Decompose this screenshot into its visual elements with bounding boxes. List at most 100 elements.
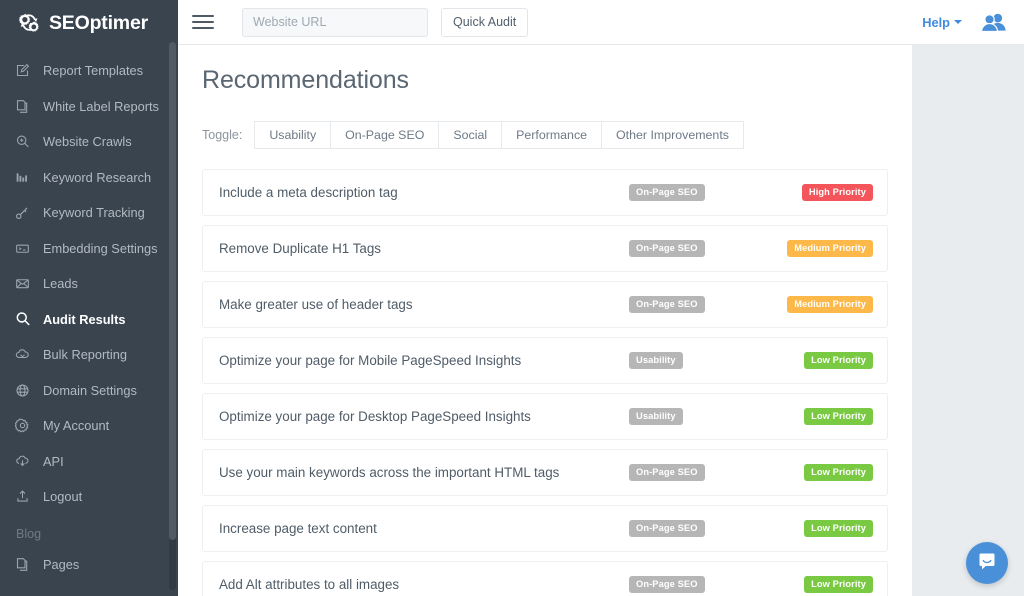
embed-box-icon: [14, 240, 31, 257]
recommendation-priority: Low Priority: [777, 464, 873, 480]
recommendation-priority: Medium Priority: [777, 296, 873, 312]
sidebar-item-leads[interactable]: Leads: [0, 266, 178, 302]
sidebar-item-pages[interactable]: Pages: [0, 547, 178, 583]
website-url-input[interactable]: [242, 8, 428, 37]
category-badge: On-Page SEO: [629, 240, 705, 256]
sidebar-item-embedding-settings[interactable]: Embedding Settings: [0, 231, 178, 267]
status-badge: Medium Priority: [787, 240, 873, 256]
table-row[interactable]: Increase page text content On-Page SEO L…: [202, 505, 888, 552]
sidebar-item-label: Embedding Settings: [43, 241, 158, 256]
sidebar-item-logout[interactable]: Logout: [0, 479, 178, 515]
sidebar-item-keyword-tracking[interactable]: Keyword Tracking: [0, 195, 178, 231]
category-badge: On-Page SEO: [629, 296, 705, 312]
status-badge: Medium Priority: [787, 296, 873, 312]
sidebar: SEOptimer Report Templates Whit: [0, 0, 178, 596]
seoptimer-gear-logo-icon: [16, 11, 42, 35]
status-badge: Low Priority: [804, 408, 873, 424]
recommendation-title: Include a meta description tag: [219, 185, 629, 200]
status-badge: Low Priority: [804, 464, 873, 480]
toggle-filter-row: Toggle: Usability On-Page SEO Social Per…: [202, 121, 888, 149]
gear-icon: [14, 417, 31, 434]
recommendations-list: Include a meta description tag On-Page S…: [202, 169, 888, 596]
toggle-button-group: Usability On-Page SEO Social Performance…: [254, 121, 744, 149]
recommendation-priority: High Priority: [777, 184, 873, 200]
bar-chart-icon: [14, 169, 31, 186]
pencil-square-icon: [14, 62, 31, 79]
hamburger-icon[interactable]: [192, 12, 214, 32]
sidebar-item-api[interactable]: API: [0, 444, 178, 480]
globe-icon: [14, 382, 31, 399]
sidebar-item-label: Keyword Tracking: [43, 205, 145, 220]
sidebar-item-label: Leads: [43, 276, 78, 291]
upload-exit-icon: [14, 488, 31, 505]
quick-audit-button[interactable]: Quick Audit: [441, 8, 528, 37]
sidebar-nav: Report Templates White Label Reports: [0, 46, 178, 582]
toggle-usability[interactable]: Usability: [254, 121, 330, 149]
help-menu[interactable]: Help: [922, 15, 962, 30]
sidebar-item-domain-settings[interactable]: Domain Settings: [0, 373, 178, 409]
sidebar-item-keyword-research[interactable]: Keyword Research: [0, 160, 178, 196]
brand[interactable]: SEOptimer: [0, 0, 178, 46]
table-row[interactable]: Remove Duplicate H1 Tags On-Page SEO Med…: [202, 225, 888, 272]
sidebar-item-bulk-reporting[interactable]: Bulk Reporting: [0, 337, 178, 373]
sidebar-item-label: Bulk Reporting: [43, 347, 127, 362]
recommendation-category: On-Page SEO: [629, 520, 777, 536]
recommendation-category: Usability: [629, 408, 777, 424]
table-row[interactable]: Add Alt attributes to all images On-Page…: [202, 561, 888, 596]
toggle-performance[interactable]: Performance: [501, 121, 601, 149]
table-row[interactable]: Optimize your page for Mobile PageSpeed …: [202, 337, 888, 384]
sidebar-item-label: API: [43, 454, 64, 469]
sidebar-item-white-label-reports[interactable]: White Label Reports: [0, 89, 178, 125]
table-row[interactable]: Make greater use of header tags On-Page …: [202, 281, 888, 328]
sidebar-item-label: Report Templates: [43, 63, 143, 78]
sidebar-item-website-crawls[interactable]: Website Crawls: [0, 124, 178, 160]
toggle-on-page-seo[interactable]: On-Page SEO: [330, 121, 438, 149]
table-row[interactable]: Use your main keywords across the import…: [202, 449, 888, 496]
toggle-other-improvements[interactable]: Other Improvements: [601, 121, 744, 149]
recommendation-title: Optimize your page for Mobile PageSpeed …: [219, 353, 629, 368]
status-badge: Low Priority: [804, 576, 873, 592]
users-avatar-icon[interactable]: [980, 11, 1006, 33]
topbar: Quick Audit Help: [178, 0, 1024, 45]
content-panel: Recommendations Toggle: Usability On-Pag…: [178, 45, 912, 596]
table-row[interactable]: Include a meta description tag On-Page S…: [202, 169, 888, 216]
sidebar-item-audit-results[interactable]: Audit Results: [0, 302, 178, 338]
chevron-down-icon: [954, 20, 962, 24]
status-badge: Low Priority: [804, 520, 873, 536]
sidebar-item-label: Keyword Research: [43, 170, 151, 185]
app-root: SEOptimer Report Templates Whit: [0, 0, 1024, 596]
recommendation-priority: Low Priority: [777, 352, 873, 368]
toggle-social[interactable]: Social: [438, 121, 501, 149]
recommendation-priority: Low Priority: [777, 520, 873, 536]
copy-documents-icon: [14, 556, 31, 573]
help-label: Help: [922, 15, 950, 30]
sidebar-item-label: Website Crawls: [43, 134, 132, 149]
recommendation-title: Increase page text content: [219, 521, 629, 536]
category-badge: On-Page SEO: [629, 464, 705, 480]
recommendation-priority: Medium Priority: [777, 240, 873, 256]
chat-widget-button[interactable]: [966, 542, 1008, 584]
recommendation-category: On-Page SEO: [629, 464, 777, 480]
cloud-download-icon: [14, 453, 31, 470]
category-badge: On-Page SEO: [629, 520, 705, 536]
copy-documents-icon: [14, 98, 31, 115]
main-area: Quick Audit Help Recommendations Toggle: [178, 0, 1024, 596]
sidebar-scrollbar-thumb[interactable]: [169, 42, 176, 540]
sidebar-item-label: Logout: [43, 489, 82, 504]
recommendation-title: Use your main keywords across the import…: [219, 465, 629, 480]
recommendation-priority: Low Priority: [777, 408, 873, 424]
category-badge: On-Page SEO: [629, 576, 705, 592]
page-title: Recommendations: [202, 45, 888, 95]
recommendation-category: On-Page SEO: [629, 296, 777, 312]
category-badge: Usability: [629, 408, 683, 424]
status-badge: High Priority: [802, 184, 873, 200]
chat-bubble-icon: [977, 551, 997, 576]
category-badge: On-Page SEO: [629, 184, 705, 200]
recommendation-title: Remove Duplicate H1 Tags: [219, 241, 629, 256]
table-row[interactable]: Optimize your page for Desktop PageSpeed…: [202, 393, 888, 440]
sidebar-item-label: Audit Results: [43, 312, 125, 327]
sidebar-item-label: Pages: [43, 557, 79, 572]
sidebar-item-report-templates[interactable]: Report Templates: [0, 53, 178, 89]
status-badge: Low Priority: [804, 352, 873, 368]
sidebar-item-my-account[interactable]: My Account: [0, 408, 178, 444]
